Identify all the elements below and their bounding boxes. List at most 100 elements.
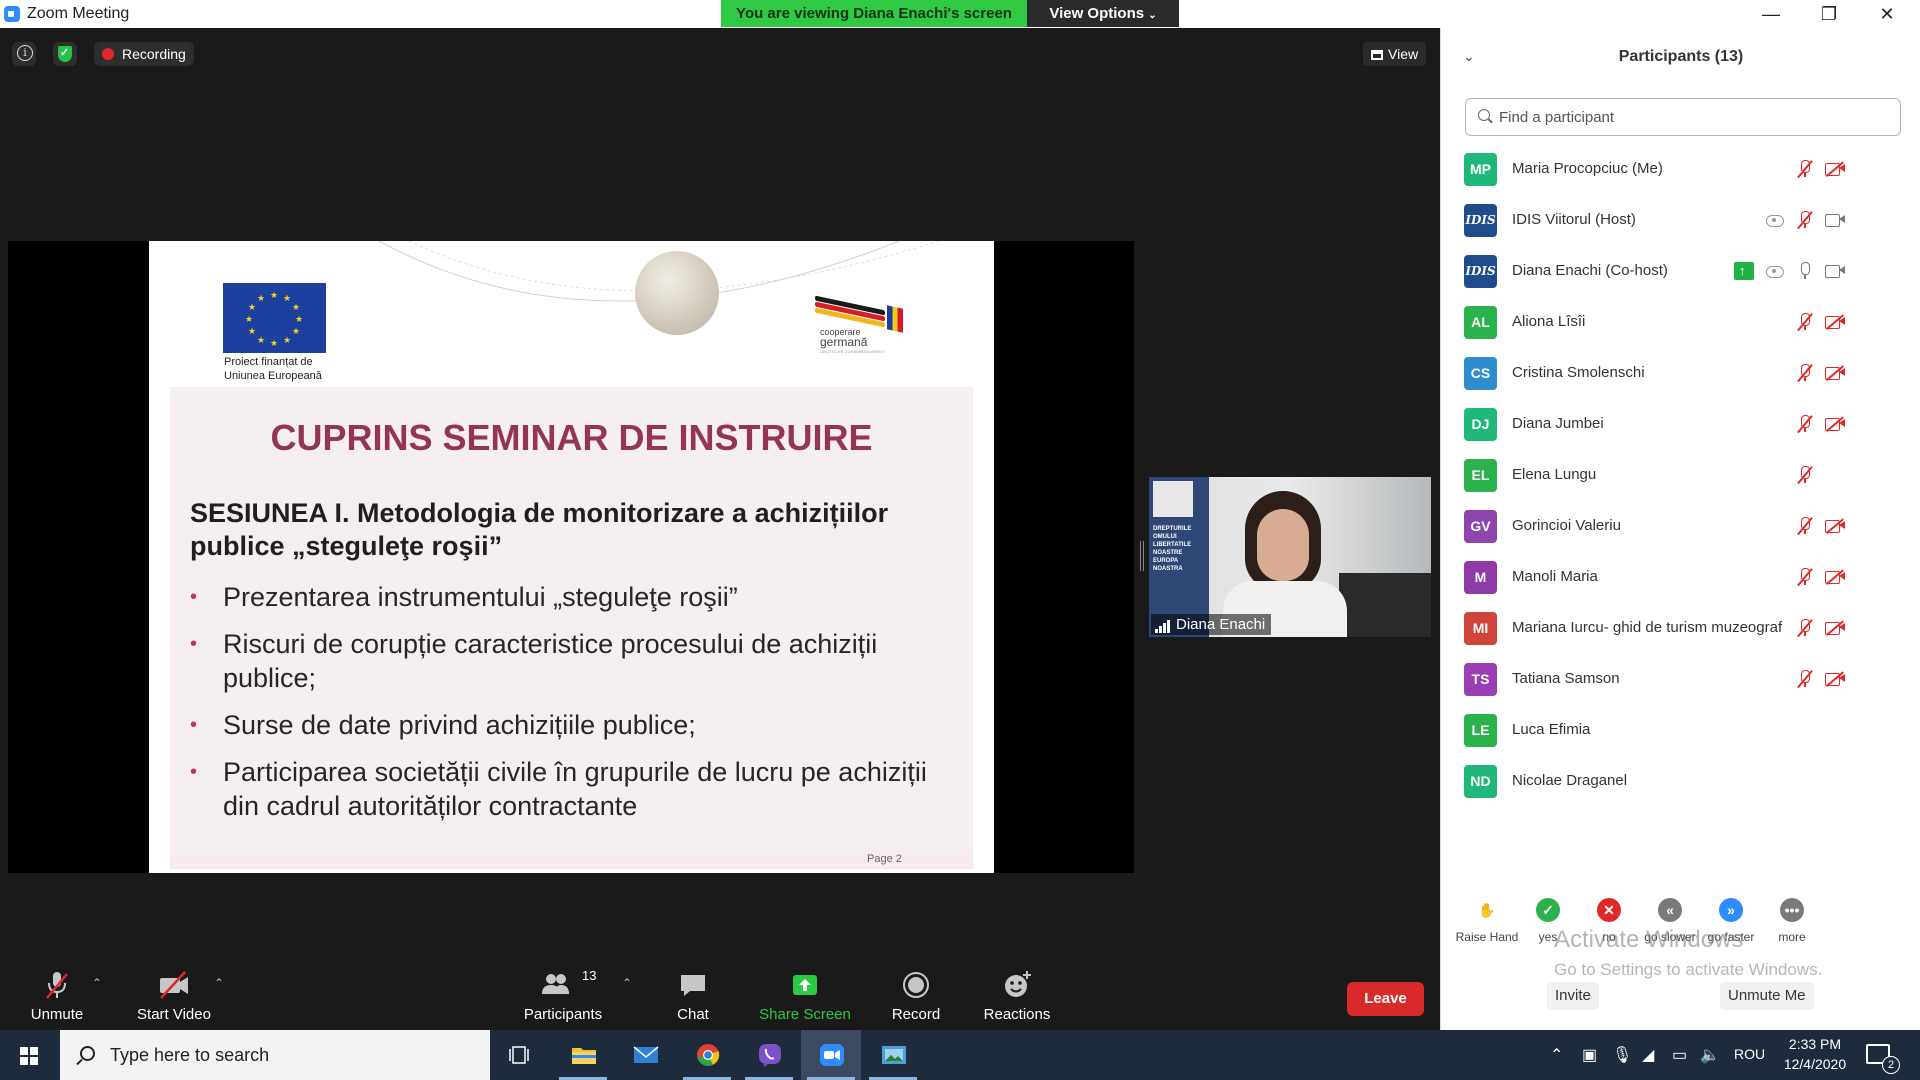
participant-avatar: MI bbox=[1464, 612, 1497, 645]
taskbar-zoom[interactable] bbox=[801, 1030, 861, 1080]
participants-panel-title: Participants (13) bbox=[1618, 48, 1744, 65]
participant-row[interactable]: CS Cristina Smolenschi bbox=[1441, 348, 1920, 399]
taskbar-file-explorer[interactable] bbox=[553, 1030, 613, 1080]
resize-handle[interactable] bbox=[1140, 541, 1144, 571]
taskbar-search-box[interactable]: Type here to search bbox=[60, 1030, 490, 1080]
share-screen-icon bbox=[793, 975, 817, 995]
unmute-me-button[interactable]: Unmute Me bbox=[1720, 982, 1814, 1010]
participant-avatar: TS bbox=[1464, 663, 1497, 696]
participant-avatar: DJ bbox=[1464, 408, 1497, 441]
reaction-raise-hand-icon: ✋ bbox=[1475, 898, 1499, 922]
taskbar-photos[interactable] bbox=[863, 1030, 923, 1080]
participant-row[interactable]: EL Elena Lungu bbox=[1441, 450, 1920, 501]
slide-title: CUPRINS SEMINAR DE INSTRUIRE bbox=[270, 417, 873, 458]
participant-row[interactable]: GV Gorincioi Valeriu bbox=[1441, 501, 1920, 552]
participant-avatar: GV bbox=[1464, 510, 1497, 543]
clock-date[interactable]: 12/4/2020 bbox=[1775, 1056, 1855, 1072]
taskbar-viber[interactable] bbox=[739, 1030, 799, 1080]
participant-row[interactable]: IDIS Diana Enachi (Co-host) bbox=[1441, 246, 1920, 297]
close-icon[interactable]: ✕ bbox=[1858, 0, 1916, 28]
audio-options-caret-icon[interactable]: ⌃ bbox=[92, 976, 102, 990]
microphone-tray-icon[interactable]: 🎙 bbox=[1612, 1045, 1632, 1065]
participant-name: Manoli Maria bbox=[1512, 568, 1598, 585]
record-button[interactable]: Record bbox=[890, 968, 942, 1023]
speaker-video-thumbnail[interactable]: DREPTURILE OMULUI LIBERTATILE NOASTRE EU… bbox=[1149, 477, 1431, 637]
cloud-recording-icon bbox=[1765, 211, 1785, 229]
participant-name: Elena Lungu bbox=[1512, 466, 1597, 483]
window-title: Zoom Meeting bbox=[27, 5, 130, 22]
start-video-button[interactable]: Start Video bbox=[134, 968, 214, 1023]
poster-text: DREPTURILE OMULUI LIBERTATILE NOASTRE EU… bbox=[1153, 526, 1192, 572]
taskbar-mail[interactable] bbox=[615, 1030, 675, 1080]
screen-share-icon bbox=[1734, 262, 1754, 280]
restore-icon[interactable]: ❐ bbox=[1800, 0, 1858, 28]
slide-page-number: Page 2 bbox=[867, 853, 902, 865]
meeting-toolbar: Unmute ⌃ Start Video ⌃ 13 Participants ⌃ bbox=[0, 958, 1440, 1030]
participant-row[interactable]: AL Aliona Lîsîi bbox=[1441, 297, 1920, 348]
recording-label: Recording bbox=[122, 46, 186, 62]
participant-name: Diana Jumbei bbox=[1512, 415, 1604, 432]
notification-count-badge: 2 bbox=[1882, 1056, 1900, 1074]
participants-button[interactable]: 13 Participants bbox=[520, 968, 606, 1023]
input-language-indicator[interactable]: ROU bbox=[1734, 1046, 1765, 1062]
unmute-label: Unmute bbox=[30, 1006, 84, 1023]
slide-subtitle: SESIUNEA I. Metodologia de monitorizare … bbox=[190, 498, 889, 561]
speaker-name: Diana Enachi bbox=[1176, 616, 1266, 633]
reaction-label: more bbox=[1778, 930, 1806, 944]
participants-options-caret-icon[interactable]: ⌃ bbox=[622, 976, 632, 990]
view-label: View bbox=[1388, 46, 1419, 62]
participant-row[interactable]: M Manoli Maria bbox=[1441, 552, 1920, 603]
task-view-button[interactable] bbox=[490, 1030, 550, 1080]
participant-avatar: MP bbox=[1464, 153, 1497, 186]
slide-header: ★ ★ ★ ★ ★ ★ ★ ★ ★ ★ ★ ★ Proiect finanțat… bbox=[149, 241, 994, 389]
device-icon[interactable]: ▣ bbox=[1582, 1045, 1597, 1065]
invite-button[interactable]: Invite bbox=[1547, 982, 1599, 1010]
video-options-caret-icon[interactable]: ⌃ bbox=[214, 976, 224, 990]
bullet-text: Riscuri de corupție caracteristice proce… bbox=[223, 629, 878, 693]
view-options-button[interactable]: View Options ⌄ bbox=[1027, 0, 1179, 27]
camera-icon bbox=[1825, 262, 1845, 280]
participant-row[interactable]: ND Nicolae Draganel bbox=[1441, 756, 1920, 807]
minimize-icon[interactable]: — bbox=[1742, 0, 1800, 28]
security-shield-icon[interactable] bbox=[53, 42, 77, 66]
taskbar-chrome[interactable] bbox=[677, 1030, 737, 1080]
camera-icon bbox=[1825, 211, 1845, 229]
reaction-no-icon: ✕ bbox=[1597, 898, 1621, 922]
share-screen-button[interactable]: Share Screen bbox=[758, 968, 852, 1023]
participant-row[interactable]: TS Tatiana Samson bbox=[1441, 654, 1920, 705]
start-button[interactable] bbox=[0, 1030, 60, 1080]
participant-row[interactable]: MP Maria Procopciuc (Me) bbox=[1441, 144, 1920, 195]
participant-search-input[interactable] bbox=[1499, 107, 1889, 127]
participant-name: Mariana Iurcu- ghid de turism muzeograf bbox=[1512, 619, 1783, 636]
reactions-button[interactable]: Reactions bbox=[982, 968, 1052, 1023]
volume-icon[interactable]: 🔈 bbox=[1700, 1045, 1720, 1065]
reaction-yes-icon: ✓ bbox=[1536, 898, 1560, 922]
leave-button[interactable]: Leave bbox=[1347, 982, 1424, 1016]
unmute-button[interactable]: Unmute bbox=[26, 968, 88, 1023]
participant-row[interactable]: IDIS IDIS Viitorul (Host) bbox=[1441, 195, 1920, 246]
reaction-more-icon: ••• bbox=[1780, 898, 1804, 922]
chat-label: Chat bbox=[677, 1006, 709, 1023]
recording-indicator[interactable]: Recording bbox=[94, 42, 194, 66]
participant-search[interactable] bbox=[1465, 98, 1901, 136]
reaction-more[interactable]: ••• more bbox=[1754, 898, 1830, 946]
clock-time[interactable]: 2:33 PM bbox=[1775, 1036, 1855, 1052]
chat-bubble-icon bbox=[681, 975, 705, 996]
participant-row[interactable]: DJ Diana Jumbei bbox=[1441, 399, 1920, 450]
record-label: Record bbox=[891, 1006, 941, 1023]
desk-equipment bbox=[1339, 573, 1431, 637]
camera-off-icon bbox=[1825, 517, 1845, 535]
network-icon[interactable]: ◢ bbox=[1642, 1045, 1654, 1065]
battery-icon[interactable]: ▭ bbox=[1672, 1045, 1687, 1065]
slide-bullet-item: • Riscuri de corupție caracteristice proc… bbox=[190, 627, 960, 695]
participant-row[interactable]: LE Luca Efimia bbox=[1441, 705, 1920, 756]
participant-avatar: IDIS bbox=[1464, 255, 1497, 288]
participant-name: Cristina Smolenschi bbox=[1512, 364, 1645, 381]
info-icon[interactable] bbox=[12, 42, 36, 66]
chat-button[interactable]: Chat bbox=[670, 968, 716, 1023]
show-hidden-icons-chevron-icon[interactable]: ⌃ bbox=[1550, 1045, 1563, 1065]
view-button[interactable]: View bbox=[1363, 42, 1427, 66]
participant-row[interactable]: MI Mariana Iurcu- ghid de turism muzeogra… bbox=[1441, 603, 1920, 654]
bullet-icon: • bbox=[190, 586, 198, 608]
reaction-label: Raise Hand bbox=[1455, 930, 1519, 944]
